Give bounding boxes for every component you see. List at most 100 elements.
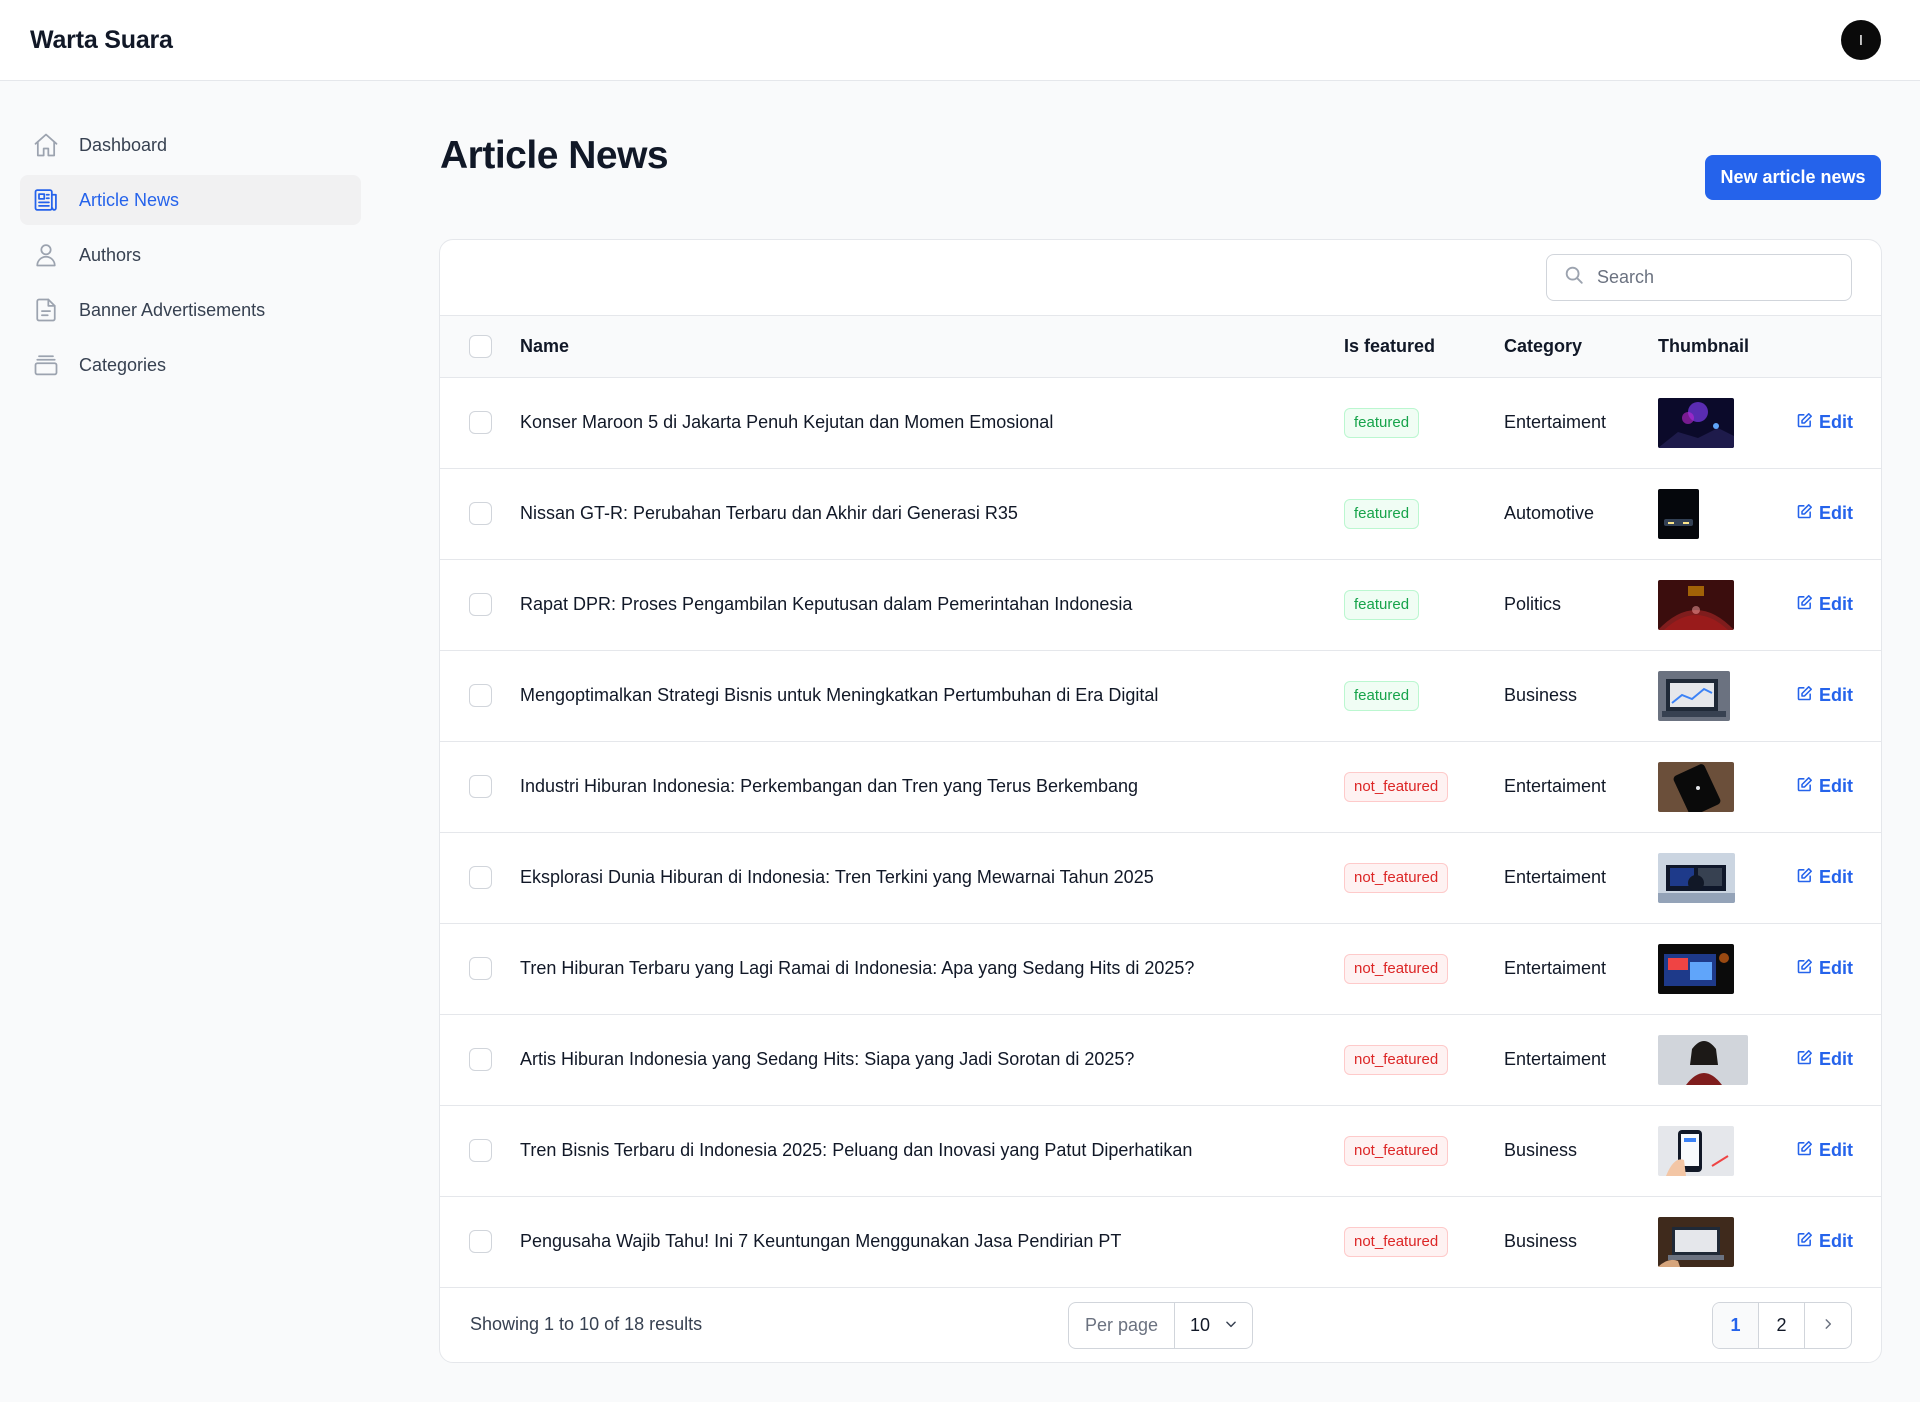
sidebar-item-label: Banner Advertisements (79, 299, 266, 320)
row-checkbox[interactable] (469, 866, 492, 889)
row-checkbox[interactable] (469, 593, 492, 616)
row-checkbox[interactable] (469, 411, 492, 434)
article-thumbnail (1658, 1216, 1734, 1267)
article-name: Konser Maroon 5 di Jakarta Penuh Kejutan… (520, 412, 1054, 432)
table-row[interactable]: Mengoptimalkan Strategi Bisnis untuk Men… (440, 650, 1881, 741)
chevron-right-icon (1821, 1315, 1835, 1336)
article-category: Business (1504, 1231, 1578, 1251)
article-category: Entertaiment (1504, 958, 1607, 978)
featured-badge: not_featured (1344, 1226, 1449, 1257)
featured-badge: not_featured (1344, 862, 1449, 893)
article-name: Mengoptimalkan Strategi Bisnis untuk Men… (520, 685, 1159, 705)
sidebar-item-banner-advertisements[interactable]: Banner Advertisements (20, 285, 361, 335)
row-checkbox[interactable] (469, 502, 492, 525)
brand-logo[interactable]: Warta Suara (30, 26, 173, 55)
sidebar-item-dashboard[interactable]: Dashboard (20, 120, 361, 170)
article-name: Eksplorasi Dunia Hiburan di Indonesia: T… (520, 867, 1154, 887)
sidebar-item-authors[interactable]: Authors (20, 230, 361, 280)
search-box[interactable] (1546, 254, 1852, 301)
pencil-square-icon (1796, 685, 1819, 707)
edit-button[interactable]: Edit (1796, 1231, 1853, 1253)
article-category: Politics (1504, 594, 1562, 614)
select-all-checkbox[interactable] (469, 334, 492, 358)
table-row[interactable]: Konser Maroon 5 di Jakarta Penuh Kejutan… (440, 377, 1881, 468)
article-name: Industri Hiburan Indonesia: Perkembangan… (520, 776, 1139, 796)
article-category: Entertaiment (1504, 412, 1607, 432)
pagination: 1 2 (1712, 1302, 1852, 1349)
table-body: Konser Maroon 5 di Jakarta Penuh Kejutan… (440, 377, 1881, 1287)
featured-badge: featured (1344, 680, 1420, 711)
per-page-label: Per page (1069, 1303, 1175, 1348)
pencil-square-icon (1796, 503, 1819, 525)
per-page-value[interactable]: 10 (1175, 1315, 1252, 1336)
table-row[interactable]: Nissan GT-R: Perubahan Terbaru dan Akhir… (440, 468, 1881, 559)
per-page-selected: 10 (1190, 1315, 1211, 1335)
edit-label: Edit (1819, 958, 1853, 978)
row-checkbox[interactable] (469, 684, 492, 707)
table-row[interactable]: Tren Bisnis Terbaru di Indonesia 2025: P… (440, 1105, 1881, 1196)
featured-badge: featured (1344, 498, 1420, 529)
sidebar-item-categories[interactable]: Categories (20, 340, 361, 390)
next-page-button[interactable] (1805, 1303, 1851, 1348)
table-row[interactable]: Tren Hiburan Terbaru yang Lagi Ramai di … (440, 923, 1881, 1014)
row-checkbox[interactable] (469, 775, 492, 798)
user-avatar[interactable]: I (1841, 20, 1881, 60)
edit-label: Edit (1819, 503, 1853, 523)
column-header-category[interactable]: Category (1504, 316, 1658, 377)
featured-badge: not_featured (1344, 1135, 1449, 1166)
edit-label: Edit (1819, 867, 1853, 887)
edit-button[interactable]: Edit (1796, 1049, 1853, 1071)
table-row[interactable]: Rapat DPR: Proses Pengambilan Keputusan … (440, 559, 1881, 650)
per-page-select[interactable]: Per page 10 (1068, 1302, 1253, 1349)
featured-badge: featured (1344, 589, 1420, 620)
column-header-is-featured[interactable]: Is featured (1344, 316, 1504, 377)
table-row[interactable]: Artis Hiburan Indonesia yang Sedang Hits… (440, 1014, 1881, 1105)
edit-button[interactable]: Edit (1796, 685, 1853, 707)
edit-button[interactable]: Edit (1796, 1140, 1853, 1162)
edit-button[interactable]: Edit (1796, 412, 1853, 434)
table-row[interactable]: Pengusaha Wajib Tahu! Ini 7 Keuntungan M… (440, 1196, 1881, 1287)
article-thumbnail (1658, 943, 1734, 994)
table-row[interactable]: Eksplorasi Dunia Hiburan di Indonesia: T… (440, 832, 1881, 923)
edit-button[interactable]: Edit (1796, 867, 1853, 889)
pencil-square-icon (1796, 776, 1819, 798)
row-checkbox[interactable] (469, 957, 492, 980)
article-table-card: Name Is featured Category Thumbnail Kons… (439, 239, 1882, 1363)
table-header-row: Name Is featured Category Thumbnail (440, 316, 1881, 377)
home-icon (32, 131, 60, 159)
pencil-square-icon (1796, 1049, 1819, 1071)
results-summary: Showing 1 to 10 of 18 results (470, 1313, 703, 1334)
article-category: Entertaiment (1504, 776, 1607, 796)
document-icon (32, 296, 60, 324)
row-checkbox[interactable] (469, 1048, 492, 1071)
article-thumbnail (1658, 1125, 1734, 1176)
sidebar-item-article-news[interactable]: Article News (20, 175, 361, 225)
row-checkbox[interactable] (469, 1230, 492, 1253)
row-checkbox[interactable] (469, 1139, 492, 1162)
featured-badge: featured (1344, 407, 1420, 438)
article-name: Tren Bisnis Terbaru di Indonesia 2025: P… (520, 1140, 1193, 1160)
article-category: Entertaiment (1504, 1049, 1607, 1069)
column-header-name[interactable]: Name (520, 316, 1344, 377)
featured-badge: not_featured (1344, 771, 1449, 802)
edit-button[interactable]: Edit (1796, 594, 1853, 616)
article-category: Entertaiment (1504, 867, 1607, 887)
table-row[interactable]: Industri Hiburan Indonesia: Perkembangan… (440, 741, 1881, 832)
article-thumbnail (1658, 488, 1699, 539)
edit-button[interactable]: Edit (1796, 776, 1853, 798)
article-name: Rapat DPR: Proses Pengambilan Keputusan … (520, 594, 1133, 614)
top-bar: Warta Suara I (0, 0, 1920, 81)
new-article-news-button[interactable]: New article news (1705, 155, 1881, 200)
edit-label: Edit (1819, 1049, 1853, 1069)
featured-badge: not_featured (1344, 1044, 1449, 1075)
edit-button[interactable]: Edit (1796, 958, 1853, 980)
page-button-1[interactable]: 1 (1713, 1303, 1759, 1348)
archive-box-icon (32, 351, 60, 379)
article-name: Nissan GT-R: Perubahan Terbaru dan Akhir… (520, 503, 1018, 523)
article-thumbnail (1658, 1034, 1748, 1085)
sidebar-item-label: Dashboard (79, 134, 168, 155)
page-button-2[interactable]: 2 (1759, 1303, 1805, 1348)
edit-button[interactable]: Edit (1796, 503, 1853, 525)
search-input[interactable] (1597, 267, 1837, 288)
article-thumbnail (1658, 579, 1734, 630)
